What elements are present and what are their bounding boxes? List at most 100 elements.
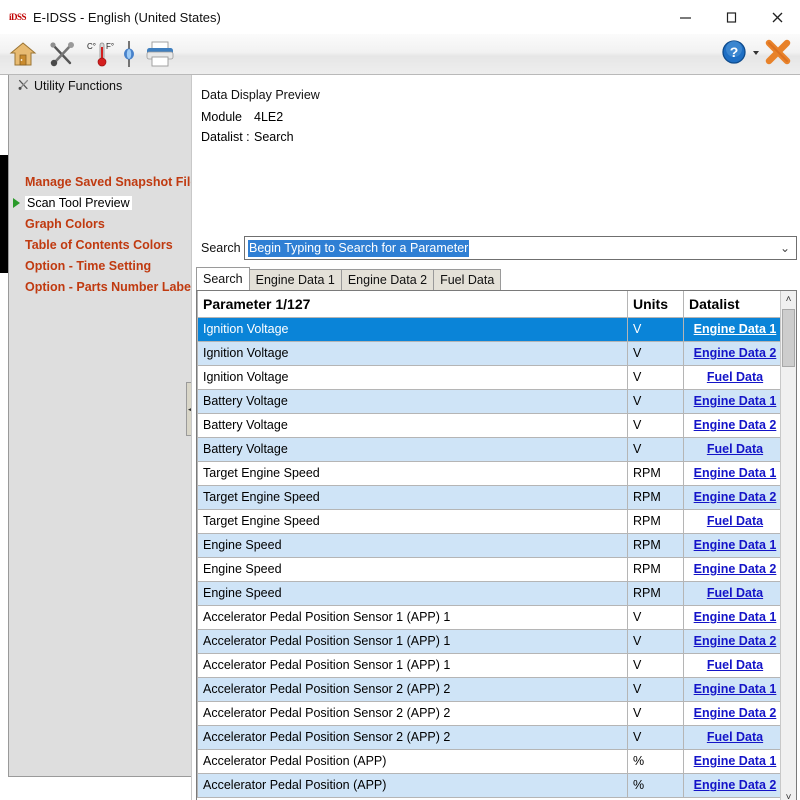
cell-datalist[interactable]: Engine Data 1 [683, 388, 782, 414]
tab-label: Search [203, 272, 243, 286]
cell-parameter: Accelerator Pedal Position Sensor 1 (APP… [197, 604, 628, 630]
table-row[interactable]: Ignition Voltage V Fuel Data [197, 364, 782, 390]
exit-icon[interactable] [764, 38, 792, 71]
cell-datalist[interactable]: Engine Data 1 [683, 604, 782, 630]
sidebar-item-graph-colors[interactable]: Graph Colors [25, 217, 105, 231]
tools-icon[interactable] [44, 38, 80, 70]
sidebar-root-utility-functions[interactable]: Utility Functions [17, 78, 122, 94]
datalist-link[interactable]: Engine Data 2 [694, 706, 777, 720]
datalist-link[interactable]: Fuel Data [707, 586, 763, 600]
column-header-units[interactable]: Units [627, 291, 684, 318]
datalist-link[interactable]: Engine Data 2 [694, 634, 777, 648]
column-header-datalist[interactable]: Datalist [683, 291, 782, 318]
column-header-parameter[interactable]: Parameter 1/127 [197, 291, 628, 318]
cell-datalist[interactable]: Fuel Data [683, 724, 782, 750]
search-input-value: Begin Typing to Search for a Parameter [248, 240, 470, 257]
datalist-link[interactable]: Engine Data 1 [694, 466, 777, 480]
scrollbar-thumb[interactable] [782, 309, 795, 367]
table-row[interactable]: Target Engine Speed RPM Fuel Data [197, 508, 782, 534]
datalist-link[interactable]: Fuel Data [707, 730, 763, 744]
scroll-up-icon[interactable]: ˄ [781, 291, 796, 307]
cell-datalist[interactable]: Fuel Data [683, 436, 782, 462]
tab-search[interactable]: Search [196, 267, 250, 290]
cell-datalist[interactable]: Fuel Data [683, 508, 782, 534]
cell-datalist[interactable]: Engine Data 1 [683, 460, 782, 486]
chevron-down-icon[interactable] [752, 38, 760, 71]
table-row[interactable]: Accelerator Pedal Position Sensor 2 (APP… [197, 676, 782, 702]
thermometer-icon[interactable]: C° F° [84, 38, 120, 70]
datalist-link[interactable]: Engine Data 2 [694, 562, 777, 576]
toggle-icon[interactable] [118, 38, 140, 70]
sidebar-item-option-time-setting[interactable]: Option - Time Setting [25, 259, 151, 273]
cell-units: RPM [627, 556, 684, 582]
datalist-link[interactable]: Engine Data 1 [694, 682, 777, 696]
minimize-icon[interactable] [662, 0, 708, 34]
table-row[interactable]: Engine Speed RPM Fuel Data [197, 580, 782, 606]
table-row[interactable]: Target Engine Speed RPM Engine Data 1 [197, 460, 782, 486]
datalist-link[interactable]: Engine Data 1 [694, 538, 777, 552]
datalist-link[interactable]: Engine Data 1 [694, 322, 777, 336]
cell-datalist[interactable]: Engine Data 2 [683, 700, 782, 726]
cell-units: V [627, 652, 684, 678]
table-row[interactable]: Accelerator Pedal Position Sensor 2 (APP… [197, 724, 782, 750]
table-row[interactable]: Engine Speed RPM Engine Data 2 [197, 556, 782, 582]
cell-parameter: Target Engine Speed [197, 460, 628, 486]
scroll-down-icon[interactable]: ˅ [781, 789, 796, 800]
search-input[interactable]: Begin Typing to Search for a Parameter ⌄ [244, 236, 797, 260]
table-row[interactable]: Ignition Voltage V Engine Data 2 [197, 340, 782, 366]
sidebar-item-manage-saved-snapshot-files[interactable]: Manage Saved Snapshot Files [25, 175, 191, 189]
table-row[interactable]: Ignition Voltage V Engine Data 1 [197, 316, 782, 342]
help-icon[interactable]: ? [720, 38, 748, 71]
datalist-link[interactable]: Engine Data 1 [694, 394, 777, 408]
datalist-link[interactable]: Engine Data 1 [694, 610, 777, 624]
table-row[interactable]: Battery Voltage V Engine Data 2 [197, 412, 782, 438]
sidebar-item-table-of-contents-colors[interactable]: Table of Contents Colors [25, 238, 173, 252]
table-row[interactable]: Target Engine Speed RPM Engine Data 2 [197, 484, 782, 510]
cell-datalist[interactable]: Fuel Data [683, 580, 782, 606]
table-row[interactable]: Accelerator Pedal Position Sensor 1 (APP… [197, 604, 782, 630]
datalist-link[interactable]: Fuel Data [707, 442, 763, 456]
table-row[interactable]: Battery Voltage V Fuel Data [197, 436, 782, 462]
datalist-link[interactable]: Engine Data 1 [694, 754, 777, 768]
datalist-link[interactable]: Fuel Data [707, 370, 763, 384]
table-row[interactable]: Accelerator Pedal Position Sensor 2 (APP… [197, 700, 782, 726]
tab-fuel-data[interactable]: Fuel Data [433, 269, 502, 290]
close-icon[interactable] [754, 0, 800, 34]
sidebar-item-option-parts-number-label[interactable]: Option - Parts Number Label Pr [25, 280, 191, 294]
cell-datalist[interactable]: Fuel Data [683, 364, 782, 390]
home-icon[interactable] [6, 38, 40, 70]
cell-datalist[interactable]: Engine Data 2 [683, 772, 782, 798]
chevron-down-icon[interactable]: ⌄ [780, 241, 790, 255]
table-row[interactable]: Engine Speed RPM Engine Data 1 [197, 532, 782, 558]
datalist-link[interactable]: Engine Data 2 [694, 418, 777, 432]
printer-icon[interactable] [142, 38, 178, 70]
datalist-link[interactable]: Fuel Data [707, 658, 763, 672]
maximize-icon[interactable] [708, 0, 754, 34]
table-row[interactable]: Battery Voltage V Engine Data 1 [197, 388, 782, 414]
tab-engine-data-2[interactable]: Engine Data 2 [340, 269, 435, 290]
tab-label: Fuel Data [440, 273, 495, 287]
cell-datalist[interactable]: Engine Data 1 [683, 748, 782, 774]
table-row[interactable]: Accelerator Pedal Position Sensor 1 (APP… [197, 628, 782, 654]
cell-datalist[interactable]: Fuel Data [683, 652, 782, 678]
datalist-link[interactable]: Fuel Data [707, 514, 763, 528]
sidebar-item-scan-tool-preview[interactable]: Scan Tool Preview [25, 196, 132, 210]
cell-datalist[interactable]: Engine Data 2 [683, 412, 782, 438]
datalist-link[interactable]: Engine Data 2 [694, 778, 777, 792]
cell-datalist[interactable]: Engine Data 2 [683, 484, 782, 510]
table-row[interactable]: Accelerator Pedal Position (APP)% Engine … [197, 772, 782, 798]
grid-vertical-scrollbar[interactable]: ˄ ˅ [780, 291, 796, 800]
cell-datalist[interactable]: Engine Data 1 [683, 532, 782, 558]
datalist-link[interactable]: Engine Data 2 [694, 346, 777, 360]
cell-units: RPM [627, 532, 684, 558]
table-row[interactable]: Accelerator Pedal Position Sensor 1 (APP… [197, 652, 782, 678]
cell-datalist[interactable]: Engine Data 1 [683, 676, 782, 702]
tab-bar: Search Engine Data 1 Engine Data 2 Fuel … [196, 267, 502, 290]
cell-datalist[interactable]: Engine Data 2 [683, 556, 782, 582]
tab-engine-data-1[interactable]: Engine Data 1 [248, 269, 342, 290]
cell-datalist[interactable]: Engine Data 2 [683, 628, 782, 654]
cell-datalist[interactable]: Engine Data 2 [683, 340, 782, 366]
cell-datalist[interactable]: Engine Data 1 [683, 316, 782, 342]
table-row[interactable]: Accelerator Pedal Position (APP)% Engine … [197, 748, 782, 774]
datalist-link[interactable]: Engine Data 2 [694, 490, 777, 504]
